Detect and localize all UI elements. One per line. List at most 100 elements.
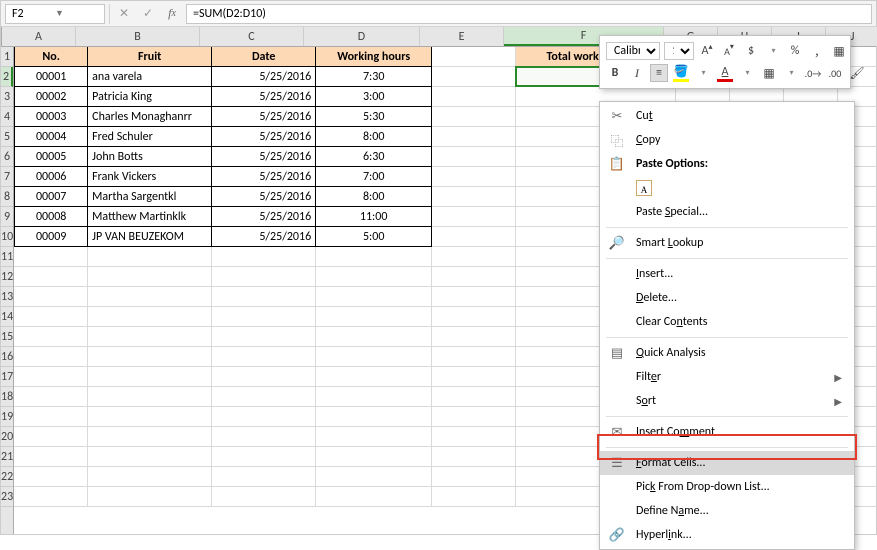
row-header-2[interactable]: 2 <box>1 67 13 87</box>
cell-C20[interactable] <box>212 427 316 447</box>
cell-D18[interactable] <box>316 387 432 407</box>
data-C7[interactable]: 5/25/2016 <box>212 167 316 187</box>
menu-smart-lookup[interactable]: 🔎 Smart Lookup <box>600 231 854 255</box>
cell-B12[interactable] <box>88 267 212 287</box>
menu-paste-special[interactable]: Paste Special... <box>600 200 854 224</box>
data-D6[interactable]: 6:30 <box>316 147 432 167</box>
data-B5[interactable]: Fred Schuler <box>88 127 212 147</box>
header-A[interactable]: No. <box>14 47 88 67</box>
cell-C19[interactable] <box>212 407 316 427</box>
row-header-12[interactable]: 12 <box>1 267 13 287</box>
menu-sort[interactable]: Sort ▶ <box>600 389 854 413</box>
cell-D23[interactable] <box>316 487 432 507</box>
cell-D20[interactable] <box>316 427 432 447</box>
cell-C18[interactable] <box>212 387 316 407</box>
cell-D22[interactable] <box>316 467 432 487</box>
cell-D19[interactable] <box>316 407 432 427</box>
cell-E13[interactable] <box>432 287 516 307</box>
cell-B11[interactable] <box>88 247 212 267</box>
font-color-dd-icon[interactable]: ▾ <box>738 64 756 82</box>
format-painter-icon[interactable]: 🖌 <box>848 64 866 82</box>
cell-A19[interactable] <box>14 407 88 427</box>
data-B8[interactable]: Martha Sargentkl <box>88 187 212 207</box>
dropdown-icon[interactable]: ▾ <box>764 42 782 60</box>
cell-A17[interactable] <box>14 367 88 387</box>
fill-color-icon[interactable]: 🪣 <box>672 64 690 82</box>
cell-E16[interactable] <box>432 347 516 367</box>
cell-E22[interactable] <box>432 467 516 487</box>
name-box-dropdown-icon[interactable]: ▼ <box>55 8 98 19</box>
cell-E4[interactable] <box>432 107 516 127</box>
cell-E14[interactable] <box>432 307 516 327</box>
cell-D14[interactable] <box>316 307 432 327</box>
percent-icon[interactable]: % <box>786 42 804 60</box>
decimal-inc-icon[interactable]: .0→ <box>804 64 822 82</box>
bold-button[interactable]: B <box>606 64 624 82</box>
header-D[interactable]: Working hours <box>316 47 432 67</box>
row-header-17[interactable]: 17 <box>1 367 13 387</box>
comma-icon[interactable]: , <box>808 42 826 60</box>
data-A4[interactable]: 00003 <box>14 107 88 127</box>
data-A7[interactable]: 00006 <box>14 167 88 187</box>
cell-D11[interactable] <box>316 247 432 267</box>
cell-D12[interactable] <box>316 267 432 287</box>
data-C2[interactable]: 5/25/2016 <box>212 67 316 87</box>
cell-E5[interactable] <box>432 127 516 147</box>
menu-filter[interactable]: Filter ▶ <box>600 365 854 389</box>
data-A6[interactable]: 00005 <box>14 147 88 167</box>
column-header-D[interactable]: D <box>304 27 420 46</box>
row-header-8[interactable]: 8 <box>1 187 13 207</box>
cell-D17[interactable] <box>316 367 432 387</box>
cell-B20[interactable] <box>88 427 212 447</box>
cell-D21[interactable] <box>316 447 432 467</box>
column-header-A[interactable]: A <box>2 27 76 46</box>
menu-paste-default[interactable]: A <box>600 176 854 200</box>
data-C6[interactable]: 5/25/2016 <box>212 147 316 167</box>
cell-C15[interactable] <box>212 327 316 347</box>
cell-B18[interactable] <box>88 387 212 407</box>
cell-C17[interactable] <box>212 367 316 387</box>
menu-quick-analysis[interactable]: ▤ Quick Analysis <box>600 341 854 365</box>
font-select[interactable]: Calibri <box>606 42 660 60</box>
data-A8[interactable]: 00007 <box>14 187 88 207</box>
row-header-23[interactable]: 23 <box>1 487 13 507</box>
cell-D13[interactable] <box>316 287 432 307</box>
column-header-B[interactable]: B <box>76 27 200 46</box>
data-B2[interactable]: ana varela <box>88 67 212 87</box>
row-header-10[interactable]: 10 <box>1 227 13 247</box>
cell-B19[interactable] <box>88 407 212 427</box>
italic-button[interactable]: I <box>628 64 646 82</box>
data-B9[interactable]: Matthew Martinklk <box>88 207 212 227</box>
row-header-4[interactable]: 4 <box>1 107 13 127</box>
data-C4[interactable]: 5/25/2016 <box>212 107 316 127</box>
cell-E11[interactable] <box>432 247 516 267</box>
menu-format-cells[interactable]: ☰ Format Cells... <box>600 451 854 475</box>
cell-B21[interactable] <box>88 447 212 467</box>
decrease-font-icon[interactable]: A▾ <box>720 42 738 60</box>
header-B[interactable]: Fruit <box>88 47 212 67</box>
fx-icon[interactable]: fx <box>162 4 182 24</box>
menu-clear-contents[interactable]: Clear Contents <box>600 310 854 334</box>
menu-pick-list[interactable]: Pick From Drop-down List... <box>600 475 854 499</box>
cell-A20[interactable] <box>14 427 88 447</box>
cell-C16[interactable] <box>212 347 316 367</box>
cell-E8[interactable] <box>432 187 516 207</box>
row-header-13[interactable]: 13 <box>1 287 13 307</box>
menu-copy[interactable]: ⿻ Copy <box>600 128 854 152</box>
menu-insert-comment[interactable]: ✉ Insert Comment <box>600 420 854 444</box>
cell-C14[interactable] <box>212 307 316 327</box>
data-C10[interactable]: 5/25/2016 <box>212 227 316 247</box>
cell-C22[interactable] <box>212 467 316 487</box>
cell-C23[interactable] <box>212 487 316 507</box>
data-C5[interactable]: 5/25/2016 <box>212 127 316 147</box>
data-A3[interactable]: 00002 <box>14 87 88 107</box>
cell-A12[interactable] <box>14 267 88 287</box>
data-A9[interactable]: 00008 <box>14 207 88 227</box>
currency-icon[interactable]: $ <box>742 42 760 60</box>
row-header-3[interactable]: 3 <box>1 87 13 107</box>
cell-E23[interactable] <box>432 487 516 507</box>
cell-E12[interactable] <box>432 267 516 287</box>
data-B6[interactable]: John Botts <box>88 147 212 167</box>
enter-icon[interactable]: ✓ <box>138 4 158 24</box>
font-color-icon[interactable]: A <box>716 64 734 82</box>
